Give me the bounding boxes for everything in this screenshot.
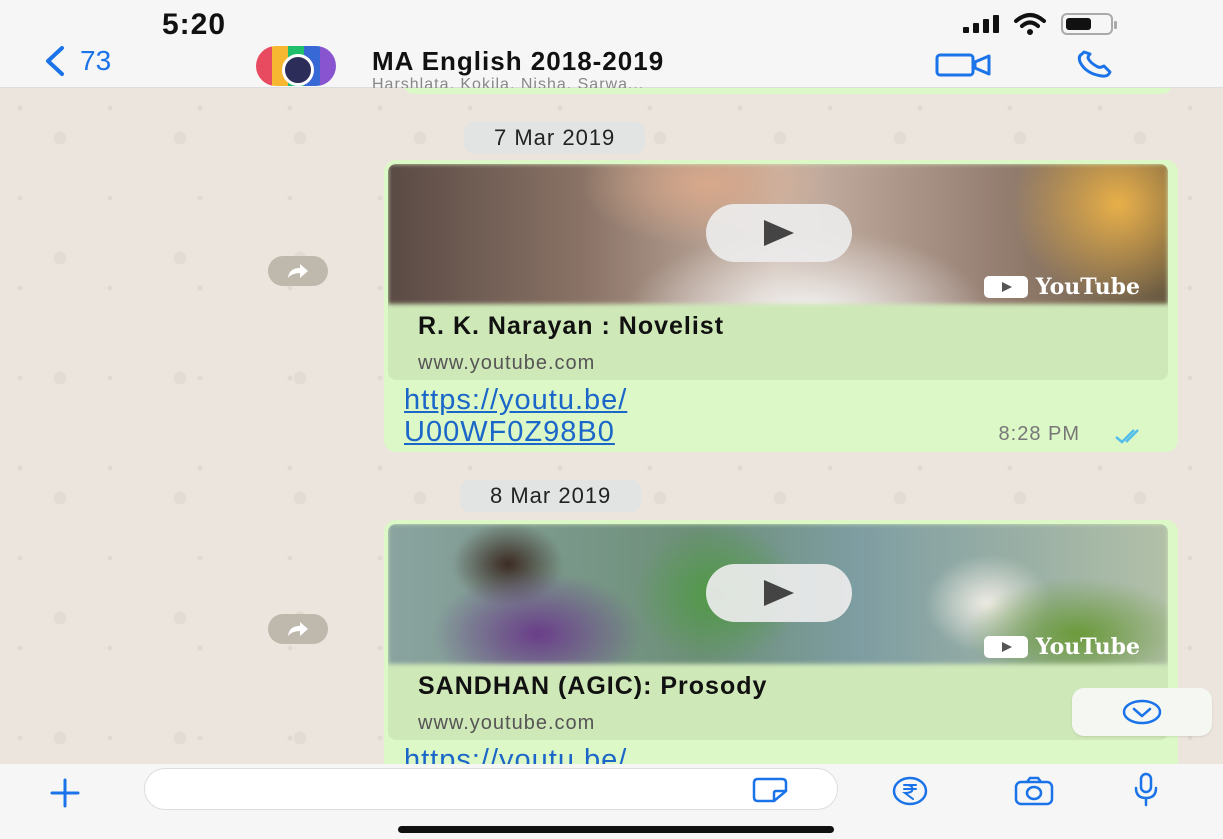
- message-bubble[interactable]: YouTube R. K. Narayan : Novelist www.you…: [384, 160, 1178, 452]
- video-call-button[interactable]: [935, 52, 993, 83]
- camera-icon: [1014, 776, 1054, 806]
- youtube-logo: YouTube: [983, 274, 1140, 300]
- youtube-logo: YouTube: [983, 634, 1140, 660]
- message-time: 8:28 PM: [998, 423, 1080, 445]
- chevron-down-icon: [1122, 699, 1162, 725]
- signal-icon: [963, 15, 999, 33]
- date-separator: 8 Mar 2019: [460, 480, 642, 512]
- url-line[interactable]: https://youtu.be/: [404, 384, 627, 416]
- previous-message-bubble: [404, 88, 1172, 94]
- back-button[interactable]: 73: [40, 44, 111, 78]
- home-indicator: [398, 826, 834, 833]
- payment-button[interactable]: [892, 776, 928, 811]
- group-title[interactable]: MA English 2018-2019: [372, 46, 664, 77]
- link-domain: www.youtube.com: [418, 712, 596, 734]
- attach-button[interactable]: [48, 776, 82, 815]
- forward-button[interactable]: [268, 256, 328, 286]
- message-link[interactable]: https://youtu.be/: [404, 744, 627, 764]
- camera-button[interactable]: [1014, 776, 1054, 811]
- url-line[interactable]: U00WF0Z98B0: [404, 416, 627, 448]
- sticker-button[interactable]: [752, 777, 788, 808]
- link-preview-card[interactable]: YouTube R. K. Narayan : Novelist www.you…: [388, 164, 1168, 380]
- plus-icon: [50, 778, 80, 808]
- youtube-label: YouTube: [1035, 274, 1140, 300]
- forward-button[interactable]: [268, 614, 328, 644]
- status-bar: 5:20: [0, 0, 1223, 42]
- voice-call-button[interactable]: [1076, 50, 1134, 85]
- phone-icon: [1077, 50, 1112, 78]
- message-bubble[interactable]: YouTube SANDHAN (AGIC): Prosody www.yout…: [384, 520, 1178, 764]
- group-avatar[interactable]: [256, 46, 336, 86]
- play-button[interactable]: [706, 204, 852, 262]
- link-title[interactable]: R. K. Narayan : Novelist: [418, 312, 724, 341]
- link-preview-card[interactable]: YouTube SANDHAN (AGIC): Prosody www.yout…: [388, 524, 1168, 740]
- status-icons: [963, 12, 1117, 36]
- wifi-icon: [1014, 13, 1046, 35]
- link-title[interactable]: SANDHAN (AGIC): Prosody: [418, 672, 767, 701]
- message-input[interactable]: [144, 768, 838, 810]
- microphone-icon: [1134, 772, 1158, 807]
- voice-note-button[interactable]: [1132, 772, 1160, 813]
- double-check-icon: [1115, 429, 1139, 444]
- battery-icon: [1061, 13, 1117, 35]
- url-line[interactable]: https://youtu.be/: [404, 744, 627, 764]
- link-domain: www.youtube.com: [418, 352, 596, 374]
- status-time: 5:20: [162, 8, 227, 41]
- youtube-icon: [983, 276, 1028, 298]
- forward-icon: [288, 264, 308, 278]
- date-separator: 7 Mar 2019: [464, 122, 646, 154]
- back-chevron-icon: [46, 46, 64, 76]
- youtube-icon: [983, 636, 1028, 658]
- video-call-icon: [935, 53, 991, 77]
- forward-icon: [288, 622, 308, 636]
- chat-area[interactable]: 7 Mar 2019 YouTube R. K. Narayan : Novel…: [0, 88, 1223, 764]
- scroll-to-bottom-button[interactable]: [1072, 688, 1212, 736]
- play-button[interactable]: [706, 564, 852, 622]
- chat-header: 73 MA English 2018-2019 Harshlata, Kokil…: [0, 42, 1223, 93]
- message-link[interactable]: https://youtu.be/ U00WF0Z98B0: [404, 384, 627, 448]
- unread-count: 73: [80, 45, 112, 76]
- rupee-icon: [892, 776, 928, 806]
- youtube-label: YouTube: [1035, 634, 1140, 660]
- sticker-icon: [752, 777, 788, 803]
